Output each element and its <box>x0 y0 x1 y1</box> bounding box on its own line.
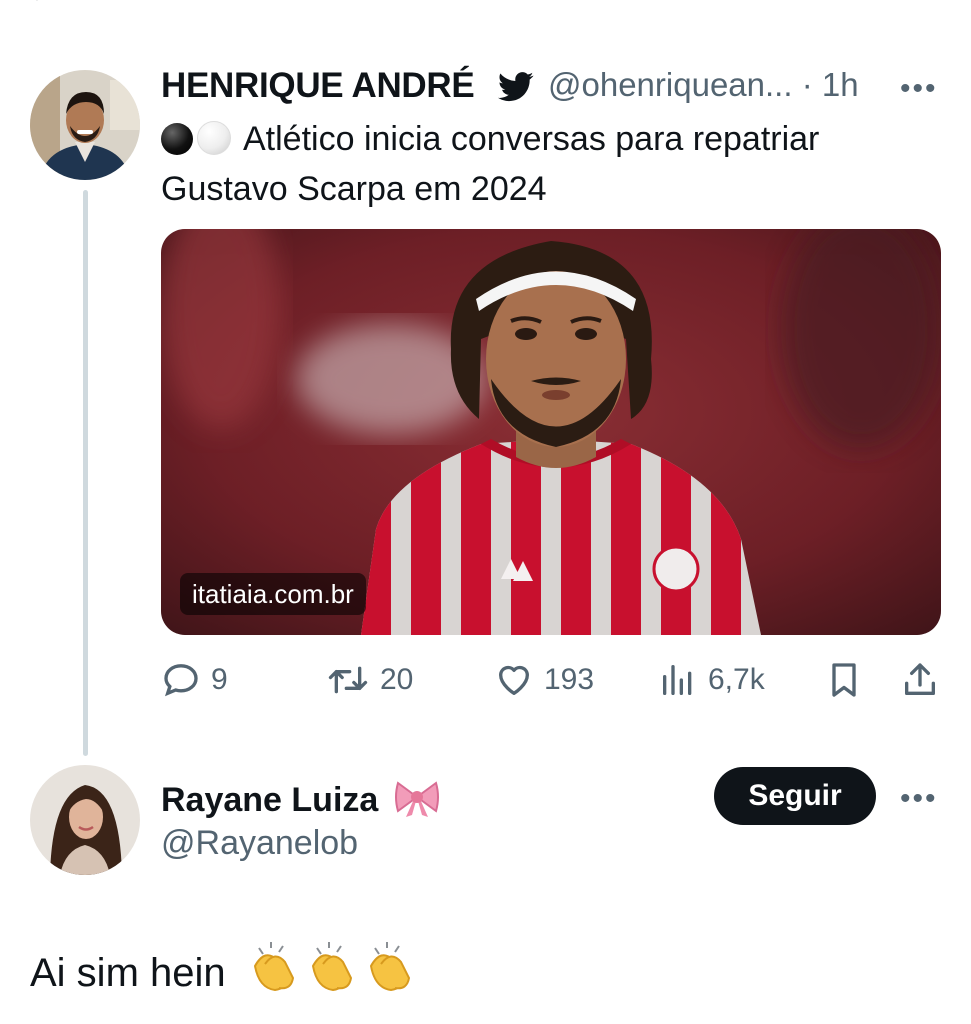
author-avatar[interactable] <box>30 70 140 180</box>
more-options-icon[interactable]: ••• <box>900 72 938 106</box>
views-count: 6,7k <box>708 663 765 696</box>
handle-text: @ohenriquean... <box>548 66 793 103</box>
reply-author-name-text: Rayane Luiza <box>161 781 379 819</box>
tweet-text: Atlético inicia conversas para repatriar… <box>161 114 941 214</box>
white-circle-emoji <box>197 121 231 155</box>
twitter-bird-icon <box>498 72 534 102</box>
retweet-button[interactable]: 20 <box>326 660 413 700</box>
ribbon-emoji <box>394 781 439 817</box>
author-name[interactable]: HENRIQUE ANDRÉ <box>161 66 475 106</box>
black-circle-emoji <box>161 123 193 155</box>
avatar-image <box>30 70 140 180</box>
reply-text: Ai sim hein <box>30 938 415 1004</box>
thread-line <box>83 190 88 756</box>
like-button[interactable]: 193 <box>494 660 594 700</box>
views-button[interactable]: 6,7k <box>658 660 765 700</box>
author-handle[interactable]: @ohenriquean... · 1h <box>548 66 859 104</box>
media-source-label: itatiaia.com.br <box>180 573 366 615</box>
retweet-icon <box>328 666 368 694</box>
share-icon[interactable] <box>900 660 940 700</box>
like-icon <box>499 665 529 695</box>
reply-body: Ai sim hein <box>30 951 226 995</box>
bookmark-icon[interactable] <box>824 660 864 700</box>
tweet-time[interactable]: · 1h <box>802 66 859 103</box>
reply-author-handle[interactable]: @Rayanelob <box>161 824 358 863</box>
tweet-body: Atlético inicia conversas para repatriar… <box>161 120 820 208</box>
reply-more-options-icon[interactable]: ••• <box>900 782 938 816</box>
reply-icon <box>164 664 198 697</box>
avatar-image <box>30 765 140 875</box>
reply-author-avatar[interactable] <box>30 765 140 875</box>
reply-count: 9 <box>211 663 228 696</box>
retweet-count: 20 <box>380 663 414 696</box>
reply-button[interactable]: 9 <box>161 660 228 700</box>
like-count: 193 <box>544 663 595 696</box>
clapping-hands-emoji <box>245 938 415 1004</box>
follow-button[interactable]: Seguir <box>714 767 876 825</box>
views-icon <box>663 665 692 695</box>
chevron-down-icon[interactable] <box>30 0 44 6</box>
reply-author-name[interactable]: Rayane Luiza <box>161 777 440 820</box>
